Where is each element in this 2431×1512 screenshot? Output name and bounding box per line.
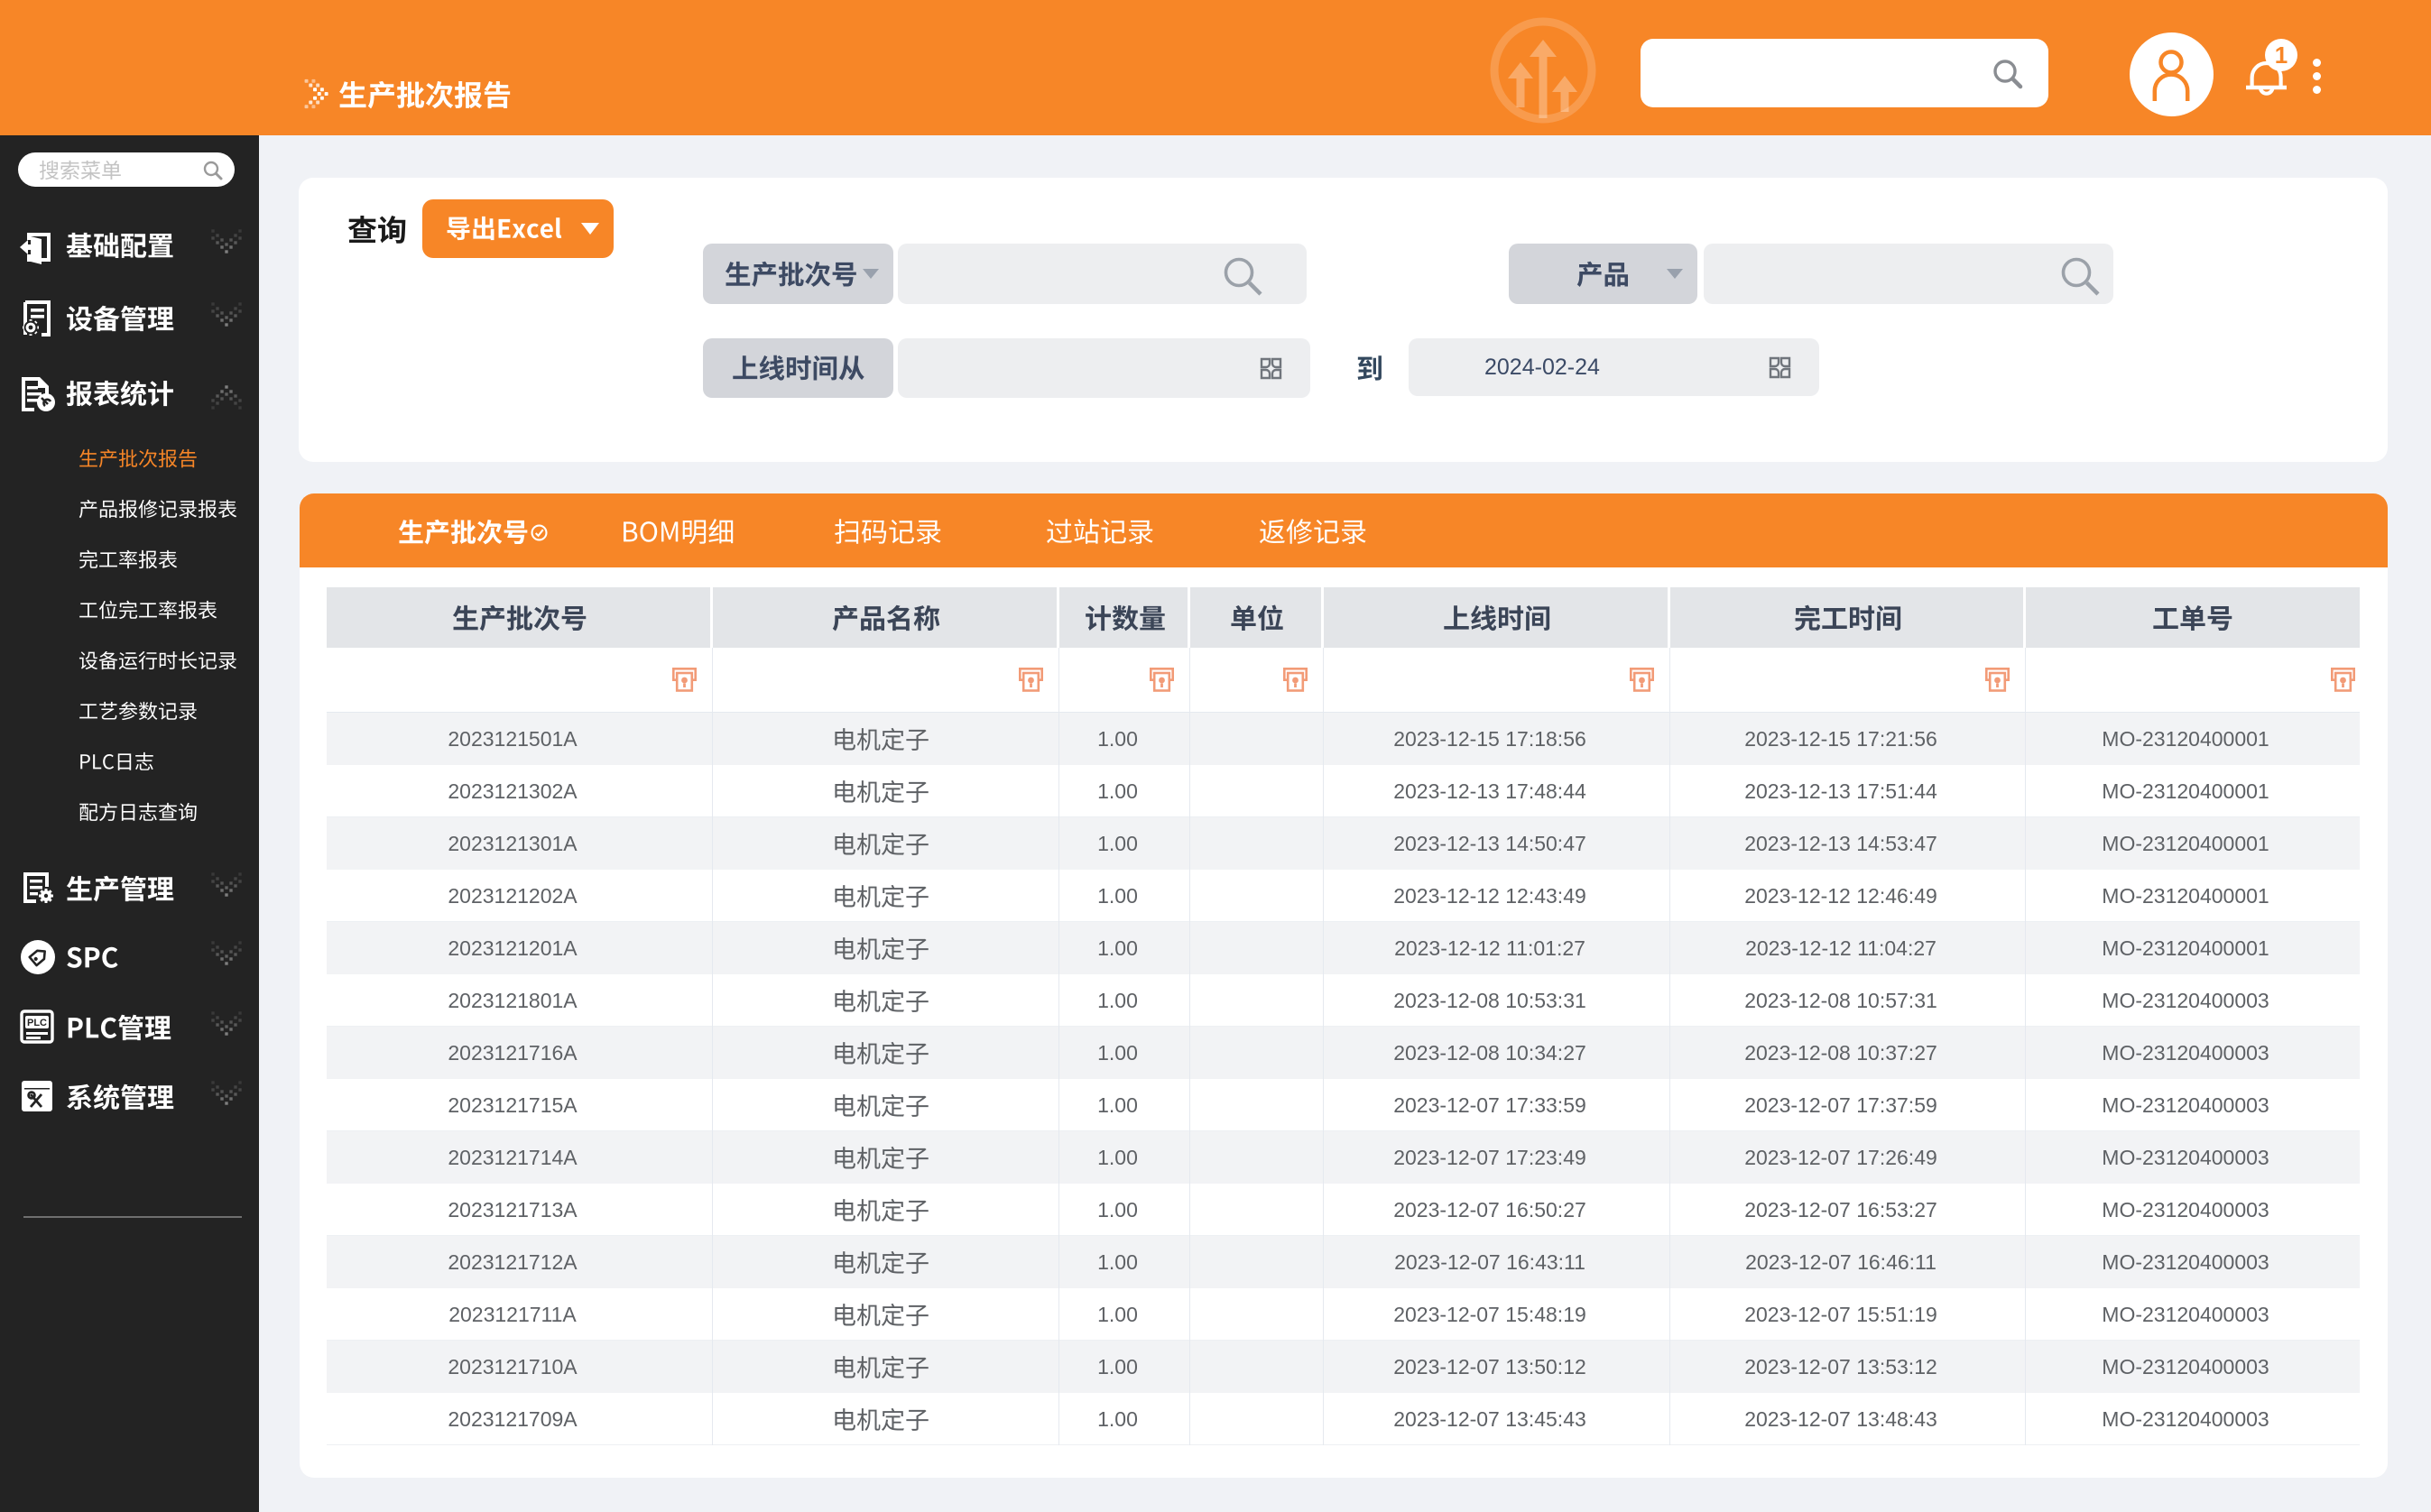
- svg-text:PLC: PLC: [27, 1018, 47, 1028]
